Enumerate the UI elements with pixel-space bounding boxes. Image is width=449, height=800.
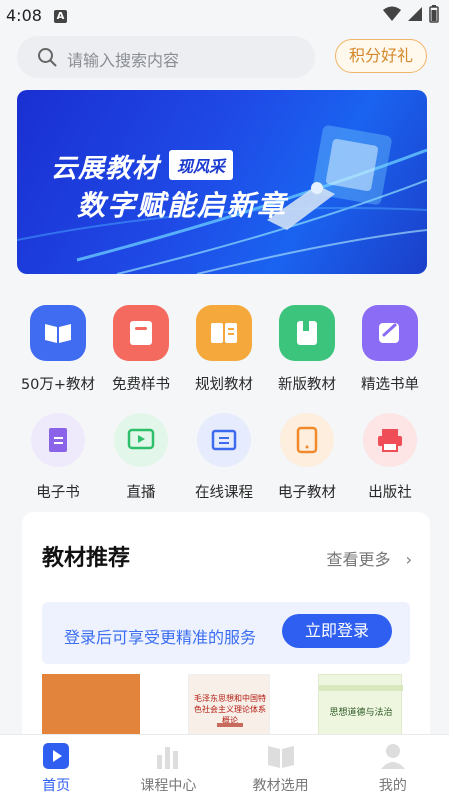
open-book-icon — [30, 305, 86, 361]
chevron-right-icon: › — [405, 550, 412, 569]
wifi-icon — [383, 6, 401, 21]
book-cover[interactable] — [42, 674, 140, 742]
quick-item-new-editions[interactable]: 新版教材 — [266, 305, 348, 394]
tab-textbook-selection[interactable]: 教材选用 — [225, 735, 337, 800]
login-prompt-bar: 登录后可享受更精准的服务 立即登录 — [42, 602, 410, 664]
quick-item-free-samples[interactable]: 免费样书 — [100, 305, 182, 394]
quick-item-publishers[interactable]: 出版社 — [349, 413, 431, 502]
quick-item-online-courses[interactable]: 在线课程 — [183, 413, 265, 502]
quick-item-planned-textbooks[interactable]: 规划教材 — [183, 305, 265, 394]
search-icon — [38, 48, 57, 67]
recommend-card: 教材推荐 查看更多 › 登录后可享受更精准的服务 立即登录 毛泽东思想和中国特色… — [22, 512, 430, 742]
chart-icon — [157, 747, 179, 769]
live-play-icon — [114, 413, 168, 467]
open-pages-icon — [196, 305, 252, 361]
quick-item-label: 50万+教材 — [20, 377, 96, 393]
quick-item-label: 电子书 — [36, 485, 80, 501]
signal-icon — [408, 7, 422, 21]
quick-item-label: 电子教材 — [278, 485, 336, 501]
tab-mine[interactable]: 我的 — [337, 735, 449, 800]
see-more-label: 查看更多 — [326, 550, 391, 569]
quick-item-live[interactable]: 直播 — [100, 413, 182, 502]
banner-tag: 现风采 — [169, 150, 234, 180]
quick-item-digital-textbooks[interactable]: 电子教材 — [266, 413, 348, 502]
tab-label: 教材选用 — [252, 778, 309, 794]
promo-banner[interactable]: 云展教材 现风采 数字赋能启新章 — [17, 90, 427, 274]
status-bar: 4:08 A — [0, 0, 449, 32]
user-icon — [380, 744, 405, 769]
quick-access-row-2: 电子书 直播 在线课程 电子教材 出版社 — [17, 413, 431, 502]
book-cover-title: 思想道德与法治 — [329, 708, 393, 718]
book-cover-title: 毛泽东思想和中国特色社会主义理论体系概论 — [194, 694, 266, 725]
tab-course-center[interactable]: 课程中心 — [112, 735, 224, 800]
quick-access-row-1: 50万+教材 免费样书 规划教材 新版教材 精选书单 — [17, 305, 431, 394]
new-book-icon — [279, 305, 335, 361]
quick-item-label: 新版教材 — [278, 377, 336, 393]
bottom-tab-bar: 首页 课程中心 教材选用 我的 — [0, 734, 449, 800]
course-list-icon — [197, 413, 251, 467]
quick-item-ebooks[interactable]: 电子书 — [17, 413, 99, 502]
search-input[interactable]: 请输入搜索内容 — [17, 36, 315, 78]
press-icon — [363, 413, 417, 467]
quick-item-label: 免费样书 — [112, 377, 170, 393]
quick-item-label: 出版社 — [368, 485, 412, 501]
quick-item-label: 精选书单 — [361, 377, 419, 393]
quick-item-label: 在线课程 — [195, 485, 253, 501]
book-cover-band — [319, 685, 403, 691]
book-icon — [267, 746, 294, 768]
status-time: 4:08 — [6, 6, 42, 25]
book-cover-stripe — [217, 723, 243, 727]
book-sample-icon — [113, 305, 169, 361]
login-button[interactable]: 立即登录 — [282, 614, 392, 648]
search-placeholder: 请输入搜索内容 — [67, 51, 180, 70]
tab-label: 课程中心 — [140, 778, 197, 794]
points-rewards-button[interactable]: 积分好礼 — [335, 39, 427, 73]
tab-label: 我的 — [378, 778, 407, 794]
banner-title-line2: 数字赋能启新章 — [77, 189, 288, 222]
quick-item-label: 直播 — [126, 485, 156, 501]
tab-label: 首页 — [42, 778, 71, 794]
home-play-icon — [43, 743, 70, 769]
edit-list-icon — [362, 305, 418, 361]
book-cover[interactable]: 毛泽东思想和中国特色社会主义理论体系概论 — [188, 674, 270, 742]
ebook-icon — [31, 413, 85, 467]
banner-title-line1: 云展教材 — [51, 154, 160, 184]
recommend-title: 教材推荐 — [42, 540, 130, 572]
tab-home[interactable]: 首页 — [0, 735, 112, 800]
quick-item-curated-lists[interactable]: 精选书单 — [349, 305, 431, 394]
see-more-link[interactable]: 查看更多 › — [326, 546, 412, 570]
quick-item-label: 规划教材 — [195, 377, 253, 393]
login-prompt-text: 登录后可享受更精准的服务 — [64, 628, 257, 647]
quick-item-textbooks[interactable]: 50万+教材 — [17, 305, 99, 394]
tablet-icon — [280, 413, 334, 467]
notification-badge-icon: A — [54, 10, 67, 23]
book-cover[interactable]: 思想道德与法治 — [318, 674, 403, 742]
battery-icon — [429, 5, 439, 23]
